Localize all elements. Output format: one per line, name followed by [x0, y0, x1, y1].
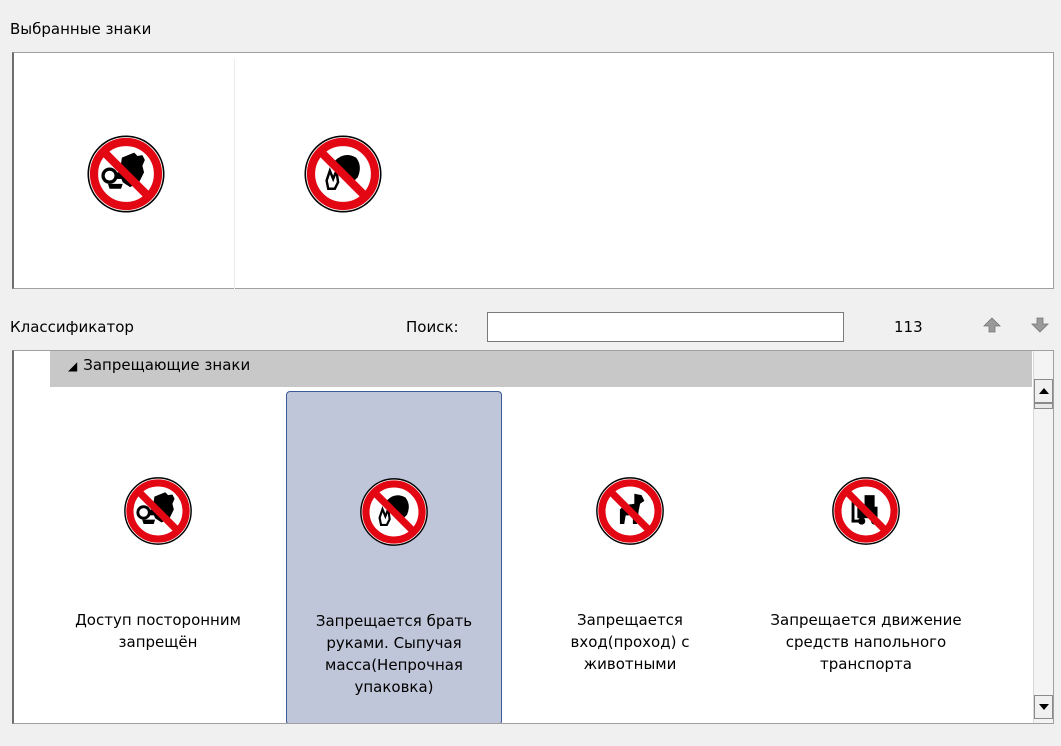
classifier-panel[interactable]: ◢ Запрещающие знаки Доступ посторонним за…	[12, 350, 1054, 724]
sign-item[interactable]: Запрещается вход(проход) с животными	[522, 391, 738, 723]
group-title: Запрещающие знаки	[83, 356, 251, 374]
no-hands-grab-icon	[304, 135, 382, 213]
arrow-up-icon	[983, 317, 1001, 333]
triangle-down-icon	[1038, 704, 1049, 710]
no-forklift-icon	[832, 477, 900, 545]
scroll-thumb[interactable]	[1034, 403, 1053, 409]
scroll-up-button[interactable]	[1034, 379, 1053, 403]
sign-item[interactable]: Доступ посторонним запрещён	[50, 391, 266, 723]
collapse-triangle-icon: ◢	[68, 359, 78, 373]
sign-item[interactable]: Запрещается движение средств напольного …	[758, 391, 974, 723]
sign-caption: Запрещается движение средств напольного …	[770, 611, 962, 673]
previous-button[interactable]	[982, 316, 1002, 334]
scroll-down-button[interactable]	[1034, 695, 1053, 719]
selected-signs-title: Выбранные знаки	[10, 20, 152, 38]
sign-item[interactable]: Запрещается брать руками. Сыпучая масса(…	[286, 391, 502, 723]
sign-caption: Запрещается вход(проход) с животными	[570, 611, 690, 673]
triangle-up-icon	[1038, 388, 1049, 394]
selected-sign-item[interactable]	[235, 59, 451, 289]
no-entry-hand-icon	[124, 477, 192, 545]
group-header[interactable]: ◢ Запрещающие знаки	[50, 351, 1032, 387]
result-count: 113	[894, 318, 923, 336]
no-entry-hand-icon	[87, 135, 165, 213]
selected-signs-panel[interactable]	[12, 52, 1054, 289]
search-input[interactable]	[487, 312, 844, 342]
no-animals-icon	[596, 477, 664, 545]
next-button[interactable]	[1030, 316, 1050, 334]
sign-caption: Доступ посторонним запрещён	[75, 611, 241, 651]
classifier-label: Классификатор	[10, 318, 134, 336]
arrow-down-icon	[1031, 317, 1049, 333]
selected-sign-item[interactable]	[18, 59, 235, 289]
vertical-scrollbar[interactable]	[1033, 351, 1053, 723]
sign-caption: Запрещается брать руками. Сыпучая масса(…	[315, 612, 473, 696]
search-label: Поиск:	[406, 318, 459, 336]
no-hands-grab-icon	[360, 478, 428, 546]
